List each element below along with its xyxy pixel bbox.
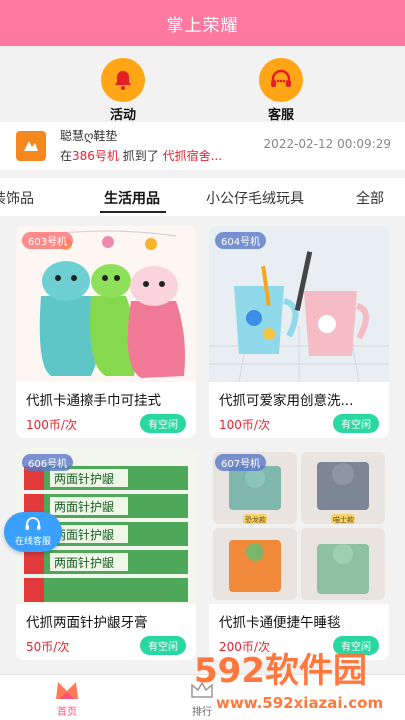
activity-label: 活动 — [109, 108, 136, 123]
active-tab-indicator — [100, 211, 166, 213]
watermark-url: www.592xiazai.com — [216, 694, 383, 712]
variant-tag-meow: 喵士款 — [333, 515, 354, 524]
online-support-button[interactable]: 在线客服 — [4, 512, 62, 552]
product-image: 603号机 — [16, 226, 196, 382]
notice-item: 代抓宿舍... — [162, 149, 223, 163]
online-support-label: 在线客服 — [14, 537, 51, 547]
activity-button[interactable]: 活动 — [83, 58, 163, 123]
status-badge: 有空闲 — [140, 414, 186, 433]
product-card[interactable]: 恐龙款 喵士款 607号机 代抓卡通便捷午睡毯 200币/次 有空闲 — [209, 448, 389, 660]
machine-badge: 603号机 — [22, 232, 74, 249]
machine-badge: 604号机 — [215, 232, 267, 249]
nav-home[interactable]: 首页 — [37, 679, 97, 718]
product-image: 604号机 — [209, 226, 389, 382]
box-text: 两面针护龈 — [54, 499, 114, 514]
machine-badge: 607号机 — [215, 454, 267, 471]
home-icon — [56, 682, 78, 699]
action-bar: 活动 客服 — [0, 46, 405, 123]
tab-daily-goods[interactable]: 生活用品 — [104, 188, 160, 208]
tab-decorations[interactable]: 装饰品 — [0, 188, 34, 208]
status-badge: 有空闲 — [333, 414, 379, 433]
notice-machine: 386号机 — [72, 149, 119, 163]
category-tabs: 装饰品 生活用品 小公仔毛绒玩具 全部 — [0, 178, 405, 216]
product-price: 100币/次 — [26, 418, 77, 432]
product-card[interactable]: 两面针护龈 两面针护龈 两面针护龈 两面针护龈 606号机 代抓两面针护龈牙膏 … — [16, 448, 196, 660]
product-name: 代抓可爱家用创意洗... — [219, 393, 354, 409]
product-name: 代抓两面针护龈牙膏 — [26, 615, 148, 631]
product-name: 代抓卡通擦手巾可挂式 — [26, 393, 161, 409]
variant-tag-dinosaur: 恐龙款 — [245, 515, 266, 524]
machine-badge: 606号机 — [22, 454, 74, 471]
customer-service-label: 客服 — [267, 108, 294, 123]
box-text: 两面针护龈 — [54, 527, 114, 542]
headset-icon — [259, 58, 303, 102]
watermark-logo: 592软件园 www.592xiazai.com — [194, 651, 383, 712]
chat-icon — [25, 517, 41, 530]
customer-service-button[interactable]: 客服 — [241, 58, 321, 123]
product-card[interactable]: 604号机 代抓可爱家用创意洗... 100币/次 有空闲 — [209, 226, 389, 438]
app-header: 掌上荣耀 — [0, 0, 405, 46]
page-title: 掌上荣耀 — [166, 15, 239, 36]
nav-home-label: 首页 — [57, 707, 77, 718]
watermark-brand: 592软件园 — [194, 651, 367, 691]
box-text: 两面针护龈 — [54, 555, 114, 570]
notice-message: 在386号机 抓到了 代抓宿舍... — [60, 149, 223, 163]
product-name: 代抓卡通便捷午睡毯 — [219, 615, 341, 631]
product-price: 50币/次 — [26, 640, 70, 654]
notice-username: 聪慧ღ鞋垫 — [60, 129, 118, 143]
win-notice[interactable]: 聪慧ღ鞋垫 在386号机 抓到了 代抓宿舍... 2022-02-12 00:0… — [0, 122, 405, 170]
tab-plush-toys[interactable]: 小公仔毛绒玩具 — [206, 188, 304, 208]
bell-icon — [101, 58, 145, 102]
notice-time: 2022-02-12 00:09:29 — [263, 137, 391, 151]
product-card[interactable]: 603号机 代抓卡通擦手巾可挂式 100币/次 有空闲 — [16, 226, 196, 438]
product-price: 100币/次 — [219, 418, 270, 432]
status-badge: 有空闲 — [140, 636, 186, 655]
product-grid: 603号机 代抓卡通擦手巾可挂式 100币/次 有空闲 604号机 代抓可爱家用 — [0, 216, 405, 674]
box-text: 两面针护龈 — [54, 471, 114, 486]
product-image: 恐龙款 喵士款 607号机 — [209, 448, 389, 604]
notice-logo-icon — [16, 131, 46, 161]
tab-all[interactable]: 全部 — [356, 188, 384, 208]
